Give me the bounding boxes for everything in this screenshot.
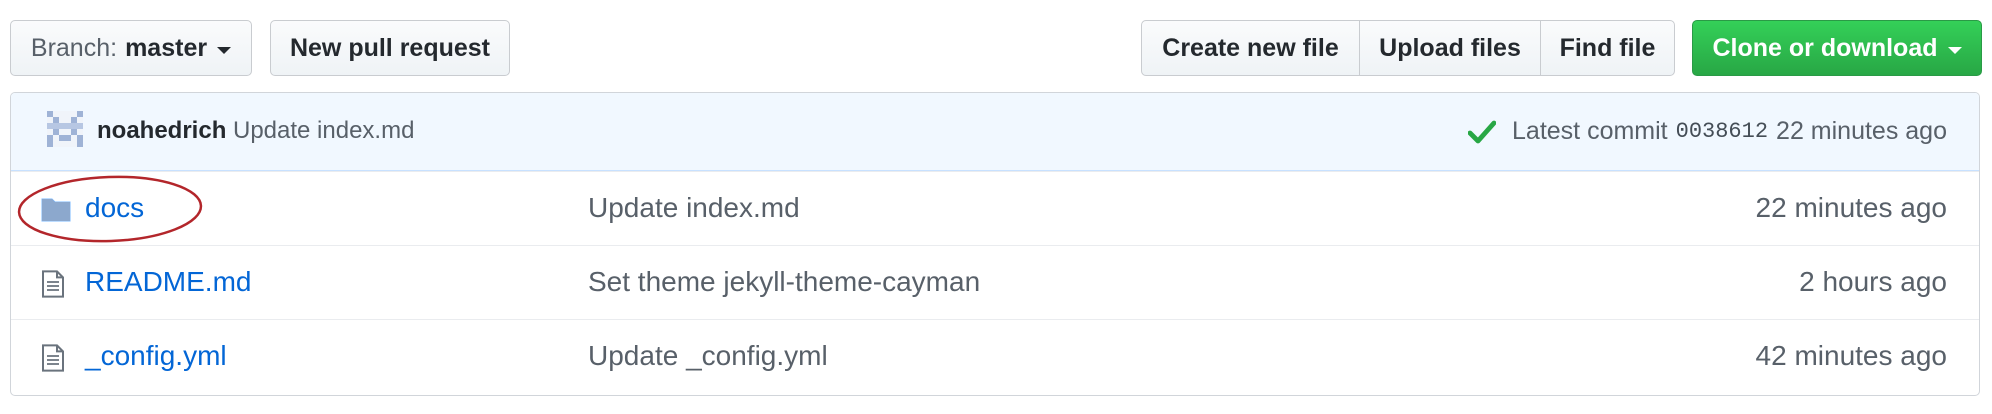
folder-icon	[41, 198, 71, 222]
file-row-config: _config.yml Update _config.yml 42 minute…	[11, 319, 1979, 393]
latest-commit-info: Latest commit 0038612 22 minutes ago	[1468, 117, 1947, 146]
check-icon[interactable]	[1468, 120, 1497, 144]
latest-commit-bar: noahedrich Update index.md Latest commit…	[11, 93, 1979, 171]
find-file-button[interactable]: Find file	[1540, 20, 1675, 76]
clone-or-download-button[interactable]: Clone or download	[1692, 20, 1982, 76]
file-commit-message-link[interactable]: Update _config.yml	[588, 340, 828, 372]
file-name-link[interactable]: docs	[85, 192, 144, 224]
commit-author-link[interactable]: noahedrich	[97, 117, 226, 145]
file-age: 2 hours ago	[1799, 266, 1947, 297]
file-row-readme: README.md Set theme jekyll-theme-cayman …	[11, 245, 1979, 319]
upload-files-button[interactable]: Upload files	[1359, 20, 1541, 76]
clone-or-download-label: Clone or download	[1712, 33, 1938, 62]
branch-name: master	[125, 33, 208, 62]
latest-commit-label: Latest commit	[1512, 117, 1668, 145]
branch-prefix: Branch:	[30, 33, 118, 62]
file-listing: noahedrich Update index.md Latest commit…	[10, 92, 1980, 396]
avatar[interactable]	[47, 111, 83, 147]
file-name-link[interactable]: _config.yml	[85, 340, 227, 372]
caret-down-icon	[1947, 46, 1962, 54]
file-age: 42 minutes ago	[1755, 340, 1947, 371]
branch-select-button[interactable]: Branch: master	[10, 20, 252, 76]
file-commit-message-link[interactable]: Set theme jekyll-theme-cayman	[588, 266, 980, 298]
file-commit-message-link[interactable]: Update index.md	[588, 192, 800, 224]
commit-sha-link[interactable]: 0038612	[1676, 119, 1768, 144]
file-icon	[42, 270, 64, 298]
repo-toolbar: Branch: master New pull request Create n…	[0, 0, 1992, 90]
caret-down-icon	[217, 46, 232, 54]
commit-age: 22 minutes ago	[1776, 117, 1947, 145]
create-new-file-button[interactable]: Create new file	[1141, 20, 1360, 76]
file-name-link[interactable]: README.md	[85, 266, 251, 298]
file-age: 22 minutes ago	[1755, 192, 1947, 223]
commit-message-link[interactable]: Update index.md	[233, 117, 414, 145]
file-row-docs: docs Update index.md 22 minutes ago	[11, 171, 1979, 245]
file-icon	[42, 344, 64, 372]
new-pull-request-button[interactable]: New pull request	[270, 20, 510, 76]
